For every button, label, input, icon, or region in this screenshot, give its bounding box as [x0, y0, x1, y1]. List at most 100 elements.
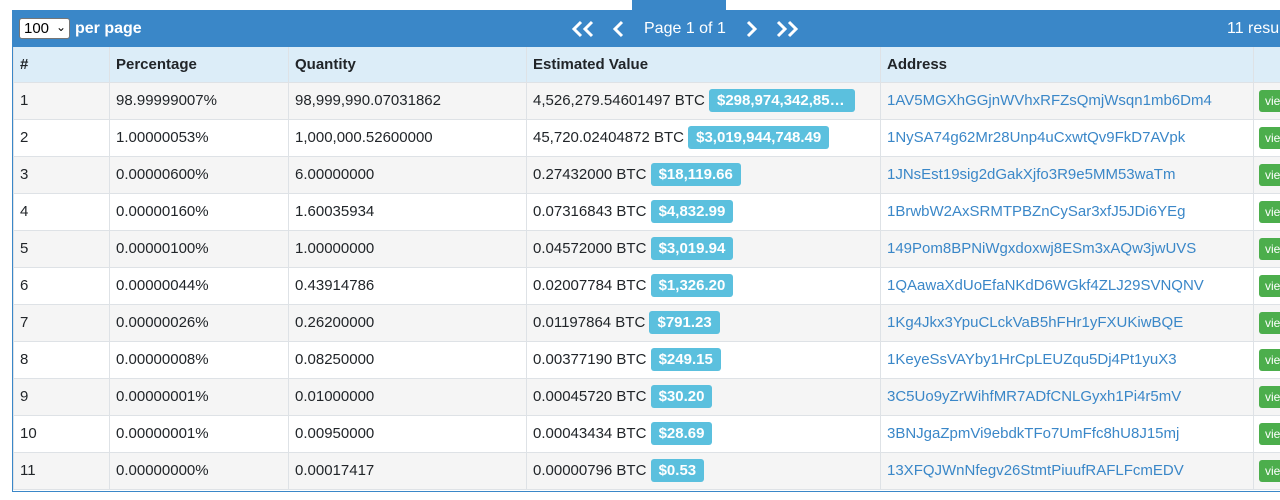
table-row: 2 1.00000053% 1,000,000.52600000 45,720.… — [13, 118, 1280, 157]
address-link[interactable]: 1BrwbW2AxSRMTPBZnCySar3xfJ5JDi6YEg — [887, 203, 1185, 220]
column-header-quantity[interactable]: Quantity — [288, 47, 527, 83]
column-header-percentage[interactable]: Percentage — [109, 47, 289, 83]
address-cell: 1NySA74g62Mr28Unp4uCxwtQv9FkD7AVpk — [880, 118, 1254, 157]
address-link[interactable]: 1Kg4Jkx3YpuCLckVaB5hFHr1yFXUKiwBQE — [887, 314, 1183, 331]
view-button[interactable]: view — [1259, 348, 1280, 371]
estimated-value-cell: 0.00043434 BTC $28.69 — [526, 414, 881, 453]
chevron-right-icon — [746, 20, 758, 38]
per-page-value: 100 — [24, 20, 50, 37]
view-cell: view — [1253, 155, 1280, 194]
address-link[interactable]: 13XFQJWnNfegv26StmtPiuufRAFLFcmEDV — [887, 462, 1184, 479]
column-header-address[interactable]: Address — [880, 47, 1254, 83]
first-page-button[interactable] — [570, 17, 596, 41]
column-header-estimated-value[interactable]: Estimated Value — [526, 47, 881, 83]
prev-page-button[interactable] — [612, 17, 626, 41]
estimated-value-cell: 0.00000796 BTC $0.53 — [526, 451, 881, 490]
view-button[interactable]: view — [1259, 237, 1280, 260]
estimated-value-cell: 0.07316843 BTC $4,832.99 — [526, 192, 881, 231]
view-cell: view — [1253, 303, 1280, 342]
percentage-cell: 0.00000026% — [109, 303, 289, 342]
holders-table: # Percentage Quantity Estimated Value Ad… — [13, 47, 1280, 490]
address-link[interactable]: 1KeyeSsVAYby1HrCpLEUZqu5Dj4Pt1yuX3 — [887, 351, 1177, 368]
percentage-cell: 0.00000100% — [109, 229, 289, 268]
address-link[interactable]: 1NySA74g62Mr28Unp4uCxwtQv9FkD7AVpk — [887, 129, 1185, 146]
usd-value-badge: $4,832.99 — [650, 200, 734, 223]
tab-notch — [632, 0, 726, 10]
view-cell: view — [1253, 192, 1280, 231]
address-cell: 3C5Uo9yZrWihfMR7ADfCNLGyxh1Pi4r5mV — [880, 377, 1254, 416]
view-cell: view — [1253, 229, 1280, 268]
rank-cell: 9 — [13, 377, 110, 416]
view-cell: view — [1253, 414, 1280, 453]
address-link[interactable]: 149Pom8BPNiWgxdoxwj8ESm3xAQw3jwUVS — [887, 240, 1196, 257]
table-row: 4 0.00000160% 1.60035934 0.07316843 BTC … — [13, 192, 1280, 231]
estimated-value-cell: 0.00377190 BTC $249.15 — [526, 340, 881, 379]
view-button[interactable]: view — [1259, 422, 1280, 445]
percentage-cell: 0.00000160% — [109, 192, 289, 231]
estimated-value-cell: 0.04572000 BTC $3,019.94 — [526, 229, 881, 268]
quantity-cell: 0.00950000 — [288, 414, 527, 453]
address-link[interactable]: 3C5Uo9yZrWihfMR7ADfCNLGyxh1Pi4r5mV — [887, 388, 1181, 405]
rank-cell: 5 — [13, 229, 110, 268]
btc-value: 0.00043434 BTC — [533, 425, 647, 442]
btc-value: 0.04572000 BTC — [533, 240, 647, 257]
quantity-cell: 0.00017417 — [288, 451, 527, 490]
address-link[interactable]: 3BNJgaZpmVi9ebdkTFo7UmFfc8hU8J15mj — [887, 425, 1179, 442]
double-chevron-right-icon — [776, 20, 799, 38]
table-row: 10 0.00000001% 0.00950000 0.00043434 BTC… — [13, 414, 1280, 453]
table-row: 3 0.00000600% 6.00000000 0.27432000 BTC … — [13, 155, 1280, 194]
btc-value: 0.00000796 BTC — [533, 462, 647, 479]
results-count: 11 results — [1227, 20, 1280, 37]
next-page-button[interactable] — [744, 17, 758, 41]
estimated-value-cell: 0.27432000 BTC $18,119.66 — [526, 155, 881, 194]
last-page-button[interactable] — [774, 17, 800, 41]
rank-cell: 2 — [13, 118, 110, 157]
view-button[interactable]: view — [1259, 311, 1280, 334]
view-button[interactable]: view — [1259, 459, 1280, 482]
view-cell: view — [1253, 81, 1280, 120]
btc-value: 0.00045720 BTC — [533, 388, 647, 405]
btc-value: 0.07316843 BTC — [533, 203, 647, 220]
rank-cell: 10 — [13, 414, 110, 453]
rank-cell: 8 — [13, 340, 110, 379]
results-panel: 100 ⌄ per page Page 1 of 1 11 results — [12, 10, 1280, 492]
usd-value-badge: $791.23 — [649, 311, 720, 334]
view-button[interactable]: view — [1259, 89, 1280, 112]
table-body: 1 98.99999007% 98,999,990.07031862 4,526… — [13, 81, 1280, 490]
percentage-cell: 0.00000001% — [109, 414, 289, 453]
address-link[interactable]: 1JNsEst19sig2dGakXjfo3R9e5MM53waTm — [887, 166, 1175, 183]
estimated-value-cell: 0.01197864 BTC $791.23 — [526, 303, 881, 342]
address-link[interactable]: 1QAawaXdUoEfaNKdD6WGkf4ZLJ29SVNQNV — [887, 277, 1204, 294]
view-button[interactable]: view — [1259, 163, 1280, 186]
percentage-cell: 0.00000044% — [109, 266, 289, 305]
view-button[interactable]: view — [1259, 200, 1280, 223]
usd-value-badge: $249.15 — [650, 348, 721, 371]
view-button[interactable]: view — [1259, 385, 1280, 408]
view-cell: view — [1253, 377, 1280, 416]
quantity-cell: 0.43914786 — [288, 266, 527, 305]
rank-cell: 11 — [13, 451, 110, 490]
address-cell: 1AV5MGXhGGjnWVhxRFZsQmjWsqn1mb6Dm4 — [880, 81, 1254, 120]
rank-cell: 6 — [13, 266, 110, 305]
table-row: 8 0.00000008% 0.08250000 0.00377190 BTC … — [13, 340, 1280, 379]
usd-value-badge: $298,974,342,852... — [708, 89, 855, 112]
view-button[interactable]: view — [1259, 126, 1280, 149]
usd-value-badge: $18,119.66 — [650, 163, 741, 186]
quantity-cell: 0.08250000 — [288, 340, 527, 379]
table-header-row: # Percentage Quantity Estimated Value Ad… — [13, 47, 1280, 83]
per-page-label: per page — [75, 20, 142, 37]
percentage-cell: 0.00000008% — [109, 340, 289, 379]
table-row: 7 0.00000026% 0.26200000 0.01197864 BTC … — [13, 303, 1280, 342]
view-button[interactable]: view — [1259, 274, 1280, 297]
address-cell: 1JNsEst19sig2dGakXjfo3R9e5MM53waTm — [880, 155, 1254, 194]
quantity-cell: 6.00000000 — [288, 155, 527, 194]
address-link[interactable]: 1AV5MGXhGGjnWVhxRFZsQmjWsqn1mb6Dm4 — [887, 92, 1212, 109]
btc-value: 0.01197864 BTC — [533, 314, 646, 331]
rank-cell: 7 — [13, 303, 110, 342]
quantity-cell: 1.00000000 — [288, 229, 527, 268]
estimated-value-cell: 0.00045720 BTC $30.20 — [526, 377, 881, 416]
table-row: 1 98.99999007% 98,999,990.07031862 4,526… — [13, 81, 1280, 120]
quantity-cell: 98,999,990.07031862 — [288, 81, 527, 120]
per-page-select[interactable]: 100 ⌄ — [19, 18, 70, 39]
address-cell: 13XFQJWnNfegv26StmtPiuufRAFLFcmEDV — [880, 451, 1254, 490]
